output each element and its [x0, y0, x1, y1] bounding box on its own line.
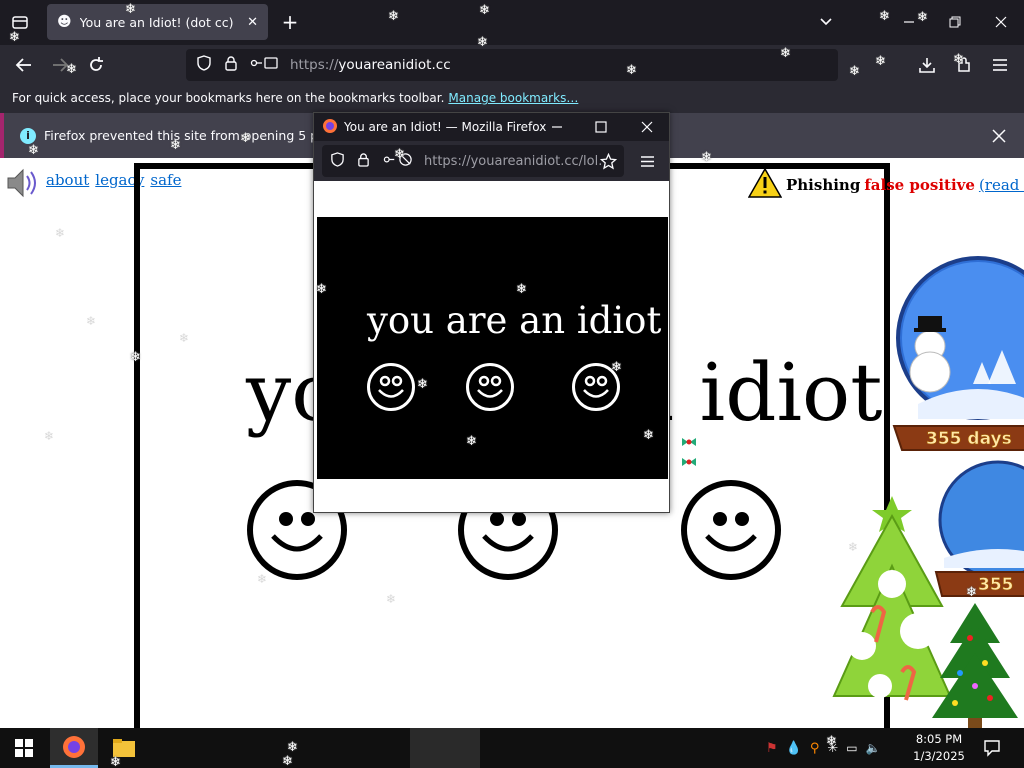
days-badge: 355 days: [926, 429, 1012, 449]
decorated-tree-image: [930, 598, 1020, 728]
permissions-icon[interactable]: [250, 55, 278, 75]
lock-icon[interactable]: [357, 152, 370, 171]
phishing-label: Phishing: [786, 176, 861, 194]
chevron-down-icon[interactable]: [811, 7, 841, 37]
folder-icon: [113, 739, 135, 757]
minimize-button[interactable]: [894, 7, 924, 37]
system-tray: ⚑ 💧 ⚲ ✳ ▭ 🔈: [766, 736, 886, 760]
start-button[interactable]: [0, 728, 48, 768]
days-badge-2: 355: [978, 575, 1014, 595]
popup-smiley-icon: [466, 363, 514, 411]
popup-url-host: youareanidiot.cc/lol.: [470, 153, 603, 169]
popup-url-text: https://youareanidiot.cc/lol.: [424, 154, 602, 169]
snow-globe-image: 355 days: [878, 254, 1024, 478]
menu-hamburger-icon[interactable]: [632, 146, 662, 176]
restore-button[interactable]: [940, 7, 970, 37]
popup-smiley-icon: [572, 363, 620, 411]
sparkle-icon[interactable]: ✳: [827, 741, 838, 756]
popup-maximize-button[interactable]: [586, 112, 616, 142]
popup-window[interactable]: You are an Idiot! — Mozilla Firefox http…: [313, 112, 670, 513]
popup-minimize-button[interactable]: [542, 112, 572, 142]
downloads-icon[interactable]: [912, 50, 942, 80]
popup-title: You are an Idiot! — Mozilla Firefox: [344, 120, 547, 134]
tab-list-icon[interactable]: [5, 7, 35, 37]
phishing-notice: Phishing false positive (read more): [747, 167, 1024, 202]
smiley-favicon-icon: ☻: [57, 14, 72, 30]
drop-icon[interactable]: 💧: [786, 741, 802, 756]
forward-button[interactable]: [45, 50, 75, 80]
manage-bookmarks-link[interactable]: Manage bookmarks…: [448, 91, 578, 105]
back-button[interactable]: [9, 50, 39, 80]
popup-address-bar[interactable]: https://youareanidiot.cc/lol.: [322, 145, 624, 177]
clock-date: 1/3/2025: [913, 749, 965, 763]
info-icon: i: [20, 128, 36, 144]
holly-icon: [680, 434, 698, 472]
smiley-face-icon: [681, 480, 781, 580]
firefox-icon: [322, 118, 338, 137]
network-icon[interactable]: ⚑: [766, 741, 778, 756]
taskbar-firefox-button[interactable]: [50, 728, 98, 768]
taskbar: ⚑ 💧 ⚲ ✳ ▭ 🔈 8:05 PM 1/3/2025: [0, 728, 1024, 768]
popup-idiot-text: you are an idiot: [367, 299, 662, 342]
taskbar-ghost-element: [410, 728, 480, 768]
tab-youareanidiot[interactable]: ☻ You are an Idiot! (dot cc) ✕: [47, 4, 268, 40]
url-text: https://youareanidiot.cc: [290, 57, 451, 73]
speaker-icon[interactable]: [5, 166, 41, 204]
read-more-link[interactable]: (read more): [979, 176, 1024, 194]
taskbar-file-explorer-button[interactable]: [100, 728, 148, 768]
shield-icon[interactable]: [196, 55, 212, 75]
bookmarks-toolbar: For quick access, place your bookmarks h…: [0, 85, 1024, 113]
warning-icon: [747, 167, 783, 202]
notification-center-icon[interactable]: [980, 736, 1004, 760]
address-bar[interactable]: https://youareanidiot.cc: [186, 49, 838, 81]
monitor-icon[interactable]: ▭: [846, 741, 857, 755]
popup-titlebar[interactable]: You are an Idiot! — Mozilla Firefox: [314, 113, 669, 141]
firefox-icon: [63, 735, 85, 758]
reload-icon[interactable]: [81, 50, 111, 80]
clock[interactable]: 8:05 PM 1/3/2025: [902, 731, 976, 765]
tab-title: You are an Idiot! (dot cc): [79, 14, 234, 30]
close-window-button[interactable]: [986, 7, 1016, 37]
popup-url-scheme: https://: [424, 153, 471, 169]
clock-time: 8:05 PM: [915, 732, 963, 746]
bookmarks-hint: For quick access, place your bookmarks h…: [12, 91, 445, 105]
popup-smiley-icon: [367, 363, 415, 411]
about-link[interactable]: about: [46, 171, 89, 189]
lock-icon[interactable]: [224, 55, 238, 75]
new-tab-button[interactable]: +: [275, 7, 305, 37]
tab-bar: ☻ You are an Idiot! (dot cc) ✕ +: [0, 0, 1024, 45]
url-host: youareanidiot.cc: [338, 57, 451, 73]
popup-close-button[interactable]: [632, 112, 662, 142]
menu-hamburger-icon[interactable]: [985, 50, 1015, 80]
close-tab-icon[interactable]: ✕: [247, 15, 258, 30]
volume-muted-icon[interactable]: 🔈: [866, 741, 881, 755]
close-notification-button[interactable]: [984, 121, 1014, 151]
false-positive-label: false positive: [864, 176, 975, 194]
extensions-icon[interactable]: [949, 50, 979, 80]
url-scheme: https://: [290, 57, 339, 73]
bookmark-star-icon[interactable]: [593, 146, 623, 176]
popup-navbar: https://youareanidiot.cc/lol.: [314, 141, 669, 181]
shield-icon[interactable]: [330, 151, 345, 171]
search-icon[interactable]: ⚲: [810, 741, 820, 756]
popup-page-content: you are an idiot: [317, 217, 668, 479]
permissions-icon[interactable]: [382, 152, 414, 171]
